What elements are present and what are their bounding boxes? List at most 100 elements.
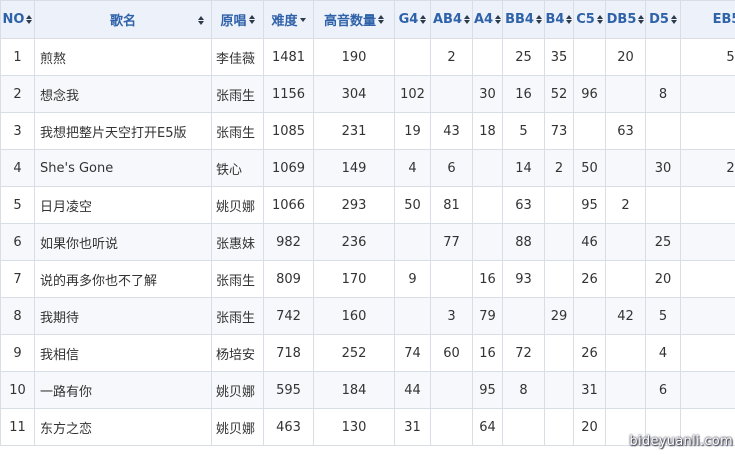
column-header-no[interactable]: NO — [0, 0, 35, 39]
cell-d5: 20 — [645, 260, 681, 298]
cell-high-note-count: 170 — [313, 260, 395, 298]
column-header-difficulty[interactable]: 难度 — [263, 0, 314, 39]
cell-b4: 2 — [544, 149, 574, 187]
column-header-label: 难度 — [271, 10, 306, 29]
cell-song: 说的再多你也不了解 — [34, 260, 212, 298]
table-row: 9 我相信 杨培安 718 252 74 60 16 72 26 4 — [0, 334, 735, 372]
cell-c5 — [573, 38, 606, 76]
column-header-text: 高音数量 — [323, 14, 376, 29]
sort-icon — [638, 15, 645, 24]
cell-difficulty: 1156 — [263, 75, 314, 113]
cell-c5: 46 — [573, 223, 606, 261]
column-header-d5[interactable]: D5 — [645, 0, 681, 39]
column-header-ab4[interactable]: AB4 — [430, 0, 473, 39]
cell-b4 — [544, 334, 574, 372]
column-header-label: A4 — [473, 12, 502, 27]
table-row: 7 说的再多你也不了解 张雨生 809 170 9 16 93 26 20 — [0, 260, 735, 298]
song-high-notes-table: NO 歌名 原唱 难度 高音数量 G4 AB4 A4 BB4 B4 C5 DB5 D5 EB5 1煎熬李佳… — [0, 0, 735, 446]
cell-a4: 64 — [472, 408, 503, 446]
cell-d5: 6 — [645, 371, 681, 409]
cell-no: 10 — [0, 371, 35, 409]
cell-singer: 姚贝娜 — [211, 186, 264, 224]
cell-singer: 张雨生 — [211, 112, 264, 150]
column-header-label: 高音数量 — [324, 10, 384, 29]
cell-d5: 25 — [645, 223, 681, 261]
sort-icon — [378, 15, 384, 24]
column-header-g4[interactable]: G4 — [394, 0, 431, 39]
cell-difficulty: 463 — [263, 408, 314, 446]
column-header-b4[interactable]: B4 — [544, 0, 574, 39]
cell-difficulty: 742 — [263, 297, 314, 335]
cell-song: 想念我 — [34, 75, 212, 113]
cell-ab4 — [430, 260, 473, 298]
column-header-text: D5 — [649, 12, 669, 27]
column-header-db5[interactable]: DB5 — [605, 0, 646, 39]
cell-db5 — [605, 75, 646, 113]
column-header-high-note-count[interactable]: 高音数量 — [313, 0, 395, 39]
cell-difficulty: 1481 — [263, 38, 314, 76]
cell-b4 — [544, 186, 574, 224]
cell-ab4: 43 — [430, 112, 473, 150]
cell-high-note-count: 252 — [313, 334, 395, 372]
cell-a4: 16 — [472, 260, 503, 298]
cell-b4: 35 — [544, 38, 574, 76]
table-body: 1 煎熬 李佳薇 1481 190 2 25 35 20 5 2 想念我 张雨生 1156 304 102 30… — [0, 38, 735, 446]
cell-eb5 — [680, 223, 735, 261]
column-header-song[interactable]: 歌名 — [34, 0, 212, 39]
cell-d5: 30 — [645, 149, 681, 187]
cell-g4: 74 — [394, 334, 431, 372]
column-header-a4[interactable]: A4 — [472, 0, 503, 39]
cell-difficulty: 1085 — [263, 112, 314, 150]
cell-singer: 杨培安 — [211, 334, 264, 372]
column-header-text: 歌名 — [109, 14, 136, 29]
cell-d5 — [645, 186, 681, 224]
column-header-eb5[interactable]: EB5 — [680, 0, 735, 39]
cell-c5: 95 — [573, 186, 606, 224]
sort-icon — [26, 15, 33, 24]
cell-no: 6 — [0, 223, 35, 261]
cell-db5: 42 — [605, 297, 646, 335]
cell-ab4 — [430, 371, 473, 409]
cell-d5 — [645, 112, 681, 150]
cell-high-note-count: 130 — [313, 408, 395, 446]
sort-icon — [495, 15, 502, 24]
cell-ab4 — [430, 408, 473, 446]
cell-a4: 16 — [472, 334, 503, 372]
cell-eb5 — [680, 75, 735, 113]
cell-difficulty: 718 — [263, 334, 314, 372]
cell-song: 煎熬 — [34, 38, 212, 76]
cell-db5: 63 — [605, 112, 646, 150]
cell-high-note-count: 160 — [313, 297, 395, 335]
cell-a4: 30 — [472, 75, 503, 113]
column-header-text: C5 — [576, 12, 595, 27]
cell-singer: 张惠妹 — [211, 223, 264, 261]
song-table-viewport: NO 歌名 原唱 难度 高音数量 G4 AB4 A4 BB4 B4 C5 DB5 D5 EB5 1煎熬李佳… — [0, 0, 735, 455]
column-header-text: 原唱 — [220, 14, 247, 29]
column-header-bb4[interactable]: BB4 — [502, 0, 545, 39]
column-header-label: G4 — [399, 12, 427, 27]
cell-song: 东方之恋 — [34, 408, 212, 446]
column-header-label: NO — [3, 12, 33, 27]
column-header-label: 原唱 — [220, 10, 255, 29]
cell-g4 — [394, 38, 431, 76]
cell-d5 — [645, 38, 681, 76]
column-header-text: NO — [2, 12, 25, 27]
cell-g4: 44 — [394, 371, 431, 409]
cell-d5: 5 — [645, 297, 681, 335]
table-row: 5 日月凌空 姚贝娜 1066 293 50 81 63 95 2 — [0, 186, 735, 224]
header-row: NO 歌名 原唱 难度 高音数量 G4 AB4 A4 BB4 B4 C5 DB5 D5 EB5 — [0, 0, 735, 39]
cell-b4 — [544, 371, 574, 409]
cell-b4 — [544, 260, 574, 298]
column-header-c5[interactable]: C5 — [573, 0, 606, 39]
column-header-label: B4 — [546, 12, 573, 27]
cell-a4 — [472, 149, 503, 187]
cell-no: 5 — [0, 186, 35, 224]
column-header-singer[interactable]: 原唱 — [211, 0, 264, 39]
table-row: 10 一路有你 姚贝娜 595 184 44 95 8 31 6 — [0, 371, 735, 409]
cell-song: 我想把整片天空打开E5版 — [34, 112, 212, 150]
column-header-label: D5 — [649, 12, 677, 27]
sort-icon — [248, 15, 255, 24]
cell-eb5 — [680, 297, 735, 335]
cell-a4 — [472, 223, 503, 261]
column-header-text: A4 — [473, 12, 494, 27]
